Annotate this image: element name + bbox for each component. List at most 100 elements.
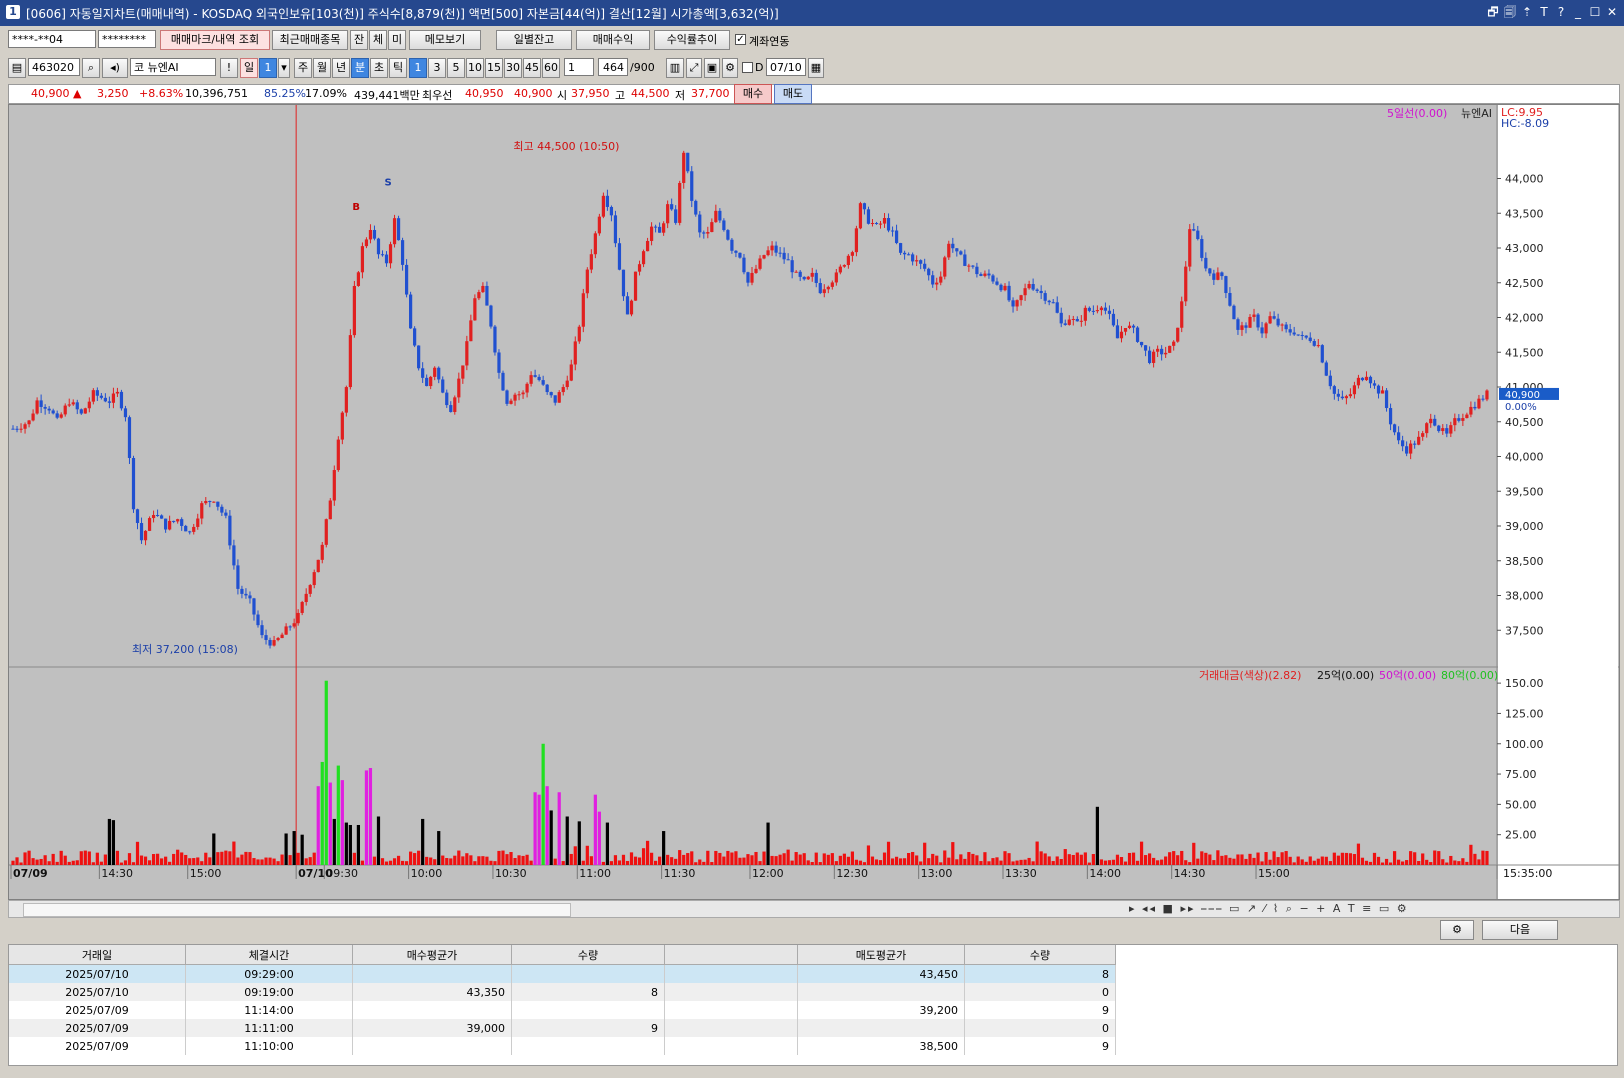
volume-bar <box>172 853 176 865</box>
sell-button[interactable]: 매도 <box>774 84 812 104</box>
account-select[interactable]: ****-**04 <box>8 30 96 48</box>
candle <box>818 282 822 294</box>
candle <box>915 260 919 262</box>
minute-3[interactable]: 3 <box>428 58 446 78</box>
table-row[interactable]: 2025/07/10 09:29:00 43,450 8 <box>9 964 1116 983</box>
search-icon[interactable]: ⌕ <box>82 58 100 78</box>
chart-area[interactable]: 44,000 43,500 43,000 42,500 42,000 41,500 41,0… <box>8 104 1620 900</box>
calendar-icon[interactable]: ▦ <box>808 58 824 78</box>
volume-bar <box>525 854 529 865</box>
volume-bar <box>625 860 630 865</box>
chart-settings-icon[interactable]: ▥ <box>666 58 684 78</box>
volume-bar <box>1023 859 1027 865</box>
candle <box>1039 290 1043 294</box>
table-row[interactable]: 2025/07/09 11:14:00 39,200 9 <box>9 1001 1116 1019</box>
help-icon[interactable]: ? <box>1555 4 1567 20</box>
minute-5[interactable]: 5 <box>447 58 465 78</box>
volume-bar <box>220 851 224 865</box>
candle <box>51 410 55 414</box>
cell <box>797 1019 965 1037</box>
restore-icon[interactable]: 🗗 <box>1487 4 1499 20</box>
candle <box>822 289 826 294</box>
speaker-icon[interactable]: ◂) <box>102 58 128 78</box>
next-button[interactable]: 다음 <box>1482 920 1558 940</box>
day-count-button[interactable]: 1 <box>259 58 277 78</box>
volume-bar <box>1208 854 1212 865</box>
candle <box>525 383 529 393</box>
date-input[interactable]: 07/10 <box>766 58 806 76</box>
maximize-icon[interactable]: ☐ <box>1589 4 1601 20</box>
minute-15[interactable]: 15 <box>485 58 503 78</box>
volume-bar <box>352 852 356 865</box>
tile-icon[interactable]: 🗐 <box>1504 4 1516 20</box>
date-checkbox[interactable] <box>742 62 753 73</box>
scroll-thumb[interactable] <box>23 903 571 917</box>
candle <box>1429 418 1433 424</box>
volume-bar <box>1147 853 1152 865</box>
stock-code-input[interactable]: 463020 <box>28 58 80 76</box>
save-icon[interactable]: ▣ <box>704 58 720 78</box>
candle <box>1115 325 1120 339</box>
account-link-checkbox[interactable]: ✓ <box>735 34 746 45</box>
panel-icon[interactable]: ▤ <box>8 58 26 78</box>
gear-icon[interactable]: ⚙ <box>722 58 738 78</box>
candle <box>951 243 955 249</box>
trade-profit-button[interactable]: 매매수익 <box>576 30 650 50</box>
volume-bar <box>766 822 770 865</box>
mark-query-button[interactable]: 매매마크/내역 조회 <box>160 30 270 50</box>
volume-bar <box>1469 844 1473 865</box>
candle <box>1003 285 1007 291</box>
balance-tab[interactable]: 잔 <box>350 30 368 50</box>
minimize-icon[interactable]: _ <box>1572 4 1584 20</box>
minute-10[interactable]: 10 <box>466 58 484 78</box>
recent-trades-button[interactable]: 최근매매종목 <box>272 30 348 50</box>
candle <box>1196 230 1200 240</box>
period-second[interactable]: 초 <box>370 58 388 78</box>
candle <box>1091 310 1095 312</box>
line-tool-icon[interactable]: ⤢ <box>686 58 702 78</box>
minute-60[interactable]: 60 <box>542 58 560 78</box>
alert-button[interactable]: ! <box>220 58 238 78</box>
font-icon[interactable]: T <box>1538 4 1550 20</box>
settings-icon[interactable]: ⚙ <box>1440 920 1474 940</box>
minute-30[interactable]: 30 <box>504 58 522 78</box>
candle <box>1288 329 1292 333</box>
minute-1[interactable]: 1 <box>409 58 427 78</box>
drawing-tools-icon[interactable]: ▸ ◂◂ ■ ▸▸ ⎯⎯⎯ ▭ ↗ ⁄ ⌇ ⌕ − + A T ≡ ▭ ⚙ <box>1129 902 1409 916</box>
chart-scrollbar[interactable]: ▸ ◂◂ ■ ▸▸ ⎯⎯⎯ ▭ ↗ ⁄ ⌇ ⌕ − + A T ≡ ▭ ⚙ <box>8 900 1620 918</box>
profit-trend-button[interactable]: 수익률추이 <box>654 30 730 50</box>
period-minute[interactable]: 분 <box>351 58 369 78</box>
chevron-down-icon[interactable]: ▾ <box>278 58 290 78</box>
executed-tab[interactable]: 체 <box>369 30 387 50</box>
candle <box>1465 414 1469 419</box>
candle <box>505 390 509 404</box>
table-row[interactable]: 2025/07/09 11:11:00 39,000 9 0 <box>9 1019 1116 1037</box>
minute-45[interactable]: 45 <box>523 58 541 78</box>
memo-button[interactable]: 메모보기 <box>409 30 481 50</box>
display-count-input[interactable]: 464 <box>598 58 628 76</box>
table-row[interactable]: 2025/07/10 09:19:00 43,350 8 0 <box>9 983 1116 1001</box>
stock-name-field[interactable]: 코 뉴엔AI <box>130 58 216 76</box>
day-button[interactable]: 일 <box>240 58 258 78</box>
pending-tab[interactable]: 미 <box>388 30 406 50</box>
period-year[interactable]: 년 <box>332 58 350 78</box>
period-week[interactable]: 주 <box>294 58 312 78</box>
buy-button[interactable]: 매수 <box>734 84 772 104</box>
volume-bar <box>396 855 401 865</box>
password-field[interactable]: ******** <box>98 30 156 48</box>
volume-bar <box>1336 855 1340 865</box>
daily-balance-button[interactable]: 일별잔고 <box>496 30 572 50</box>
volume-bar <box>1429 862 1433 865</box>
candle <box>336 439 340 471</box>
period-tick[interactable]: 틱 <box>389 58 407 78</box>
candle <box>392 218 397 245</box>
candle <box>388 244 393 264</box>
volume-bar <box>822 853 826 865</box>
volume-bar <box>196 857 200 865</box>
pin-icon[interactable]: ⇡ <box>1521 4 1533 20</box>
count-select[interactable]: 1 <box>564 58 594 76</box>
period-month[interactable]: 월 <box>313 58 331 78</box>
table-row[interactable]: 2025/07/09 11:10:00 38,500 9 <box>9 1037 1116 1055</box>
volume-bar <box>1445 862 1449 865</box>
close-icon[interactable]: ✕ <box>1606 4 1618 20</box>
